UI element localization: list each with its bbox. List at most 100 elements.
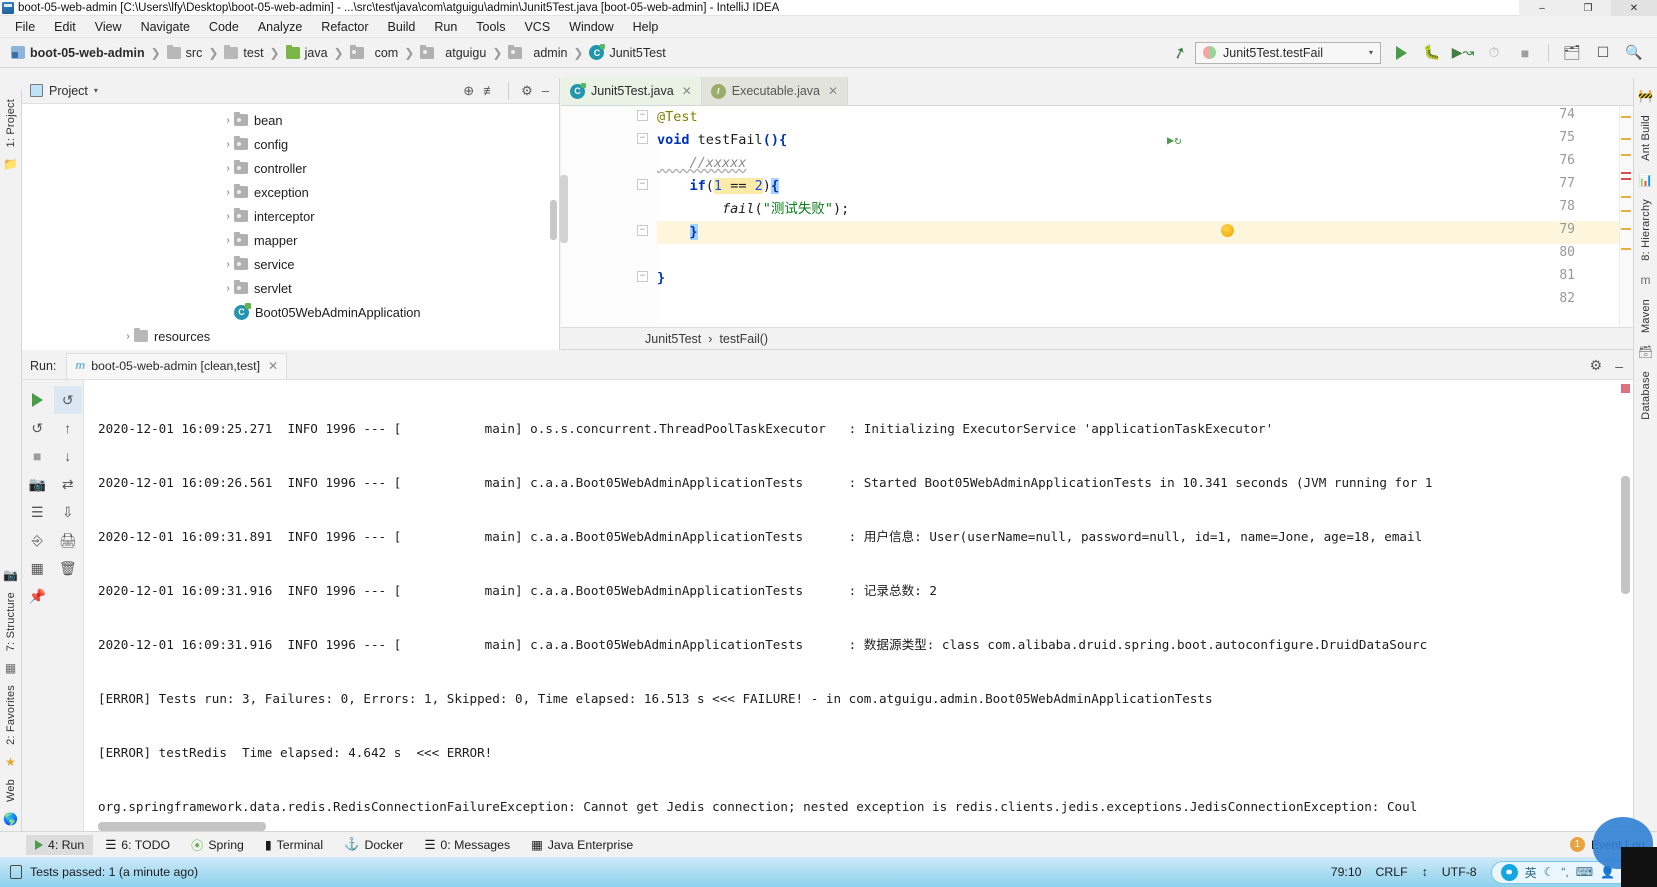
tool-window-run[interactable]: 4: Run (26, 835, 93, 855)
chevron-right-icon[interactable]: › (222, 211, 234, 222)
menu-edit[interactable]: Edit (45, 18, 85, 36)
tool-window-terminal[interactable]: ▮ Terminal (256, 835, 332, 855)
fold-icon[interactable]: − (637, 110, 648, 121)
tool-window-messages[interactable]: ☰ 0: Messages (415, 835, 519, 855)
search-everywhere-icon[interactable]: 🔍 (1623, 42, 1645, 64)
export-icon[interactable]: ⇩ (54, 498, 82, 526)
close-icon[interactable]: ✕ (828, 84, 838, 98)
chevron-right-icon[interactable]: › (222, 283, 234, 294)
debug-icon[interactable]: 🐛 (1421, 42, 1443, 64)
chevron-right-icon[interactable]: › (222, 115, 234, 126)
tree-item-boot05webadminapplication[interactable]: C Boot05WebAdminApplication (22, 300, 559, 324)
breadcrumb-atguigu[interactable]: atguigu (417, 45, 489, 61)
locate-icon[interactable]: ⊕ (463, 83, 474, 99)
menu-view[interactable]: View (86, 18, 131, 36)
tree-item-exception[interactable]: › exception (22, 180, 559, 204)
fold-icon[interactable]: − (637, 225, 648, 236)
tree-item-service[interactable]: › service (22, 252, 559, 276)
rollback-icon[interactable]: ↺ (23, 414, 51, 442)
tree-item-controller[interactable]: › controller (22, 156, 559, 180)
breadcrumb-test[interactable]: test (221, 45, 266, 61)
menu-window[interactable]: Window (560, 18, 622, 36)
fold-icon[interactable]: − (637, 179, 648, 190)
menu-tools[interactable]: Tools (467, 18, 514, 36)
sidebar-item-hierarchy[interactable]: 8: Hierarchy (1640, 194, 1652, 266)
tree-item-config[interactable]: › config (22, 132, 559, 156)
close-icon[interactable]: ✕ (682, 84, 692, 98)
close-button[interactable]: ✕ (1611, 0, 1657, 16)
rerun-failed-icon[interactable]: ↺ (54, 386, 82, 414)
breadcrumb-module[interactable]: boot-05-web-admin (8, 45, 148, 61)
menu-refactor[interactable]: Refactor (312, 18, 377, 36)
run-with-coverage-icon[interactable]: ▶↝ (1452, 42, 1474, 64)
code-editor[interactable]: 74 75 76 77 78 79 80 81 82 ▶↻ − − − − − … (561, 106, 1633, 328)
print-icon[interactable]: 🖨 (54, 526, 82, 554)
project-tree[interactable]: › bean › config › controller › exception… (22, 104, 559, 350)
menu-code[interactable]: Code (200, 18, 248, 36)
editor-vertical-scrollbar[interactable] (560, 175, 568, 243)
breadcrumb-method-name[interactable]: testFail() (719, 332, 768, 346)
breadcrumb-src[interactable]: src (164, 45, 206, 61)
minimize-button[interactable]: – (1519, 0, 1565, 16)
tool-window-spring[interactable]: ⦿ Spring (182, 833, 253, 857)
punctuation-icon[interactable]: “, (1561, 865, 1568, 879)
close-icon[interactable]: ✕ (268, 359, 278, 373)
console-horizontal-scrollbar[interactable] (98, 822, 266, 831)
line-separator-caret-icon[interactable]: ↕ (1422, 865, 1428, 879)
console-error-marker[interactable] (1621, 384, 1630, 393)
updates-icon[interactable]: ☐ (1592, 42, 1614, 64)
chevron-right-icon[interactable]: › (222, 259, 234, 270)
tab-junit5test-java[interactable]: C Junit5Test.java ✕ (561, 77, 702, 105)
run-tab[interactable]: m boot-05-web-admin [clean,test] ✕ (66, 353, 287, 379)
build-icon[interactable]: ➚ (1170, 41, 1189, 64)
camera-icon[interactable]: 📷 (23, 470, 51, 498)
fold-icon[interactable]: − (637, 133, 648, 144)
gear-icon[interactable]: ⚙ (521, 83, 533, 99)
console-vertical-scrollbar[interactable] (1621, 476, 1630, 594)
hide-icon[interactable]: – (1615, 358, 1623, 374)
layout-icon[interactable]: ⎆ (23, 526, 51, 554)
breadcrumb-admin[interactable]: admin (505, 45, 570, 61)
wrap-icon[interactable]: ⇄ (54, 470, 82, 498)
tool-window-docker[interactable]: ⚓ Docker (335, 834, 412, 855)
grid-icon[interactable]: ▦ (23, 554, 51, 582)
sidebar-item-web[interactable]: Web (5, 774, 17, 807)
menu-navigate[interactable]: Navigate (132, 18, 199, 36)
tab-executable-java[interactable]: I Executable.java ✕ (702, 77, 848, 105)
sidebar-item-structure[interactable]: 7: Structure (5, 587, 17, 656)
chevron-right-icon[interactable]: › (222, 235, 234, 246)
tree-item-mapper[interactable]: › mapper (22, 228, 559, 252)
tool-window-todo[interactable]: ☰ 6: TODO (96, 835, 179, 855)
line-separator[interactable]: CRLF (1376, 865, 1408, 879)
sidebar-item-maven[interactable]: Maven (1640, 294, 1652, 338)
hide-icon[interactable]: – (542, 83, 549, 98)
tool-window-java-enterprise[interactable]: ▦ Java Enterprise (522, 835, 642, 855)
maximize-button[interactable]: ❐ (1565, 0, 1611, 16)
breadcrumb-class[interactable]: C Junit5Test (586, 44, 668, 61)
filter-icon[interactable]: ☰ (23, 498, 51, 526)
camera-icon[interactable]: 📷 (3, 568, 18, 582)
menu-help[interactable]: Help (624, 18, 668, 36)
breadcrumb-class-name[interactable]: Junit5Test (645, 332, 701, 346)
run-icon[interactable] (1390, 42, 1412, 64)
up-icon[interactable]: ↑ (54, 414, 82, 442)
menu-analyze[interactable]: Analyze (249, 18, 311, 36)
caret-position[interactable]: 79:10 (1331, 865, 1362, 879)
run-configuration-selector[interactable]: Junit5Test.testFail ▾ (1195, 42, 1381, 64)
tree-item-bean[interactable]: › bean (22, 108, 559, 132)
keyboard-icon[interactable]: ⌨ (1576, 865, 1593, 879)
project-structure-icon[interactable]: 🗂 (1561, 42, 1583, 64)
chevron-right-icon[interactable]: › (222, 139, 234, 150)
down-icon[interactable]: ↓ (54, 442, 82, 470)
console-output[interactable]: 2020-12-01 16:09:25.271 INFO 1996 --- [ … (84, 380, 1633, 831)
chevron-right-icon[interactable]: › (222, 163, 234, 174)
breadcrumb-java[interactable]: java (283, 45, 331, 61)
sidebar-item-favorites[interactable]: 2: Favorites (5, 680, 17, 750)
fold-icon[interactable]: − (637, 271, 648, 282)
sidebar-item-project[interactable]: 1: Project (5, 94, 17, 152)
project-tree-scrollbar[interactable] (550, 200, 557, 240)
menu-run[interactable]: Run (425, 18, 466, 36)
grid-icon[interactable]: ▦ (5, 661, 16, 675)
breadcrumb-com[interactable]: com (347, 45, 402, 61)
tree-item-interceptor[interactable]: › interceptor (22, 204, 559, 228)
